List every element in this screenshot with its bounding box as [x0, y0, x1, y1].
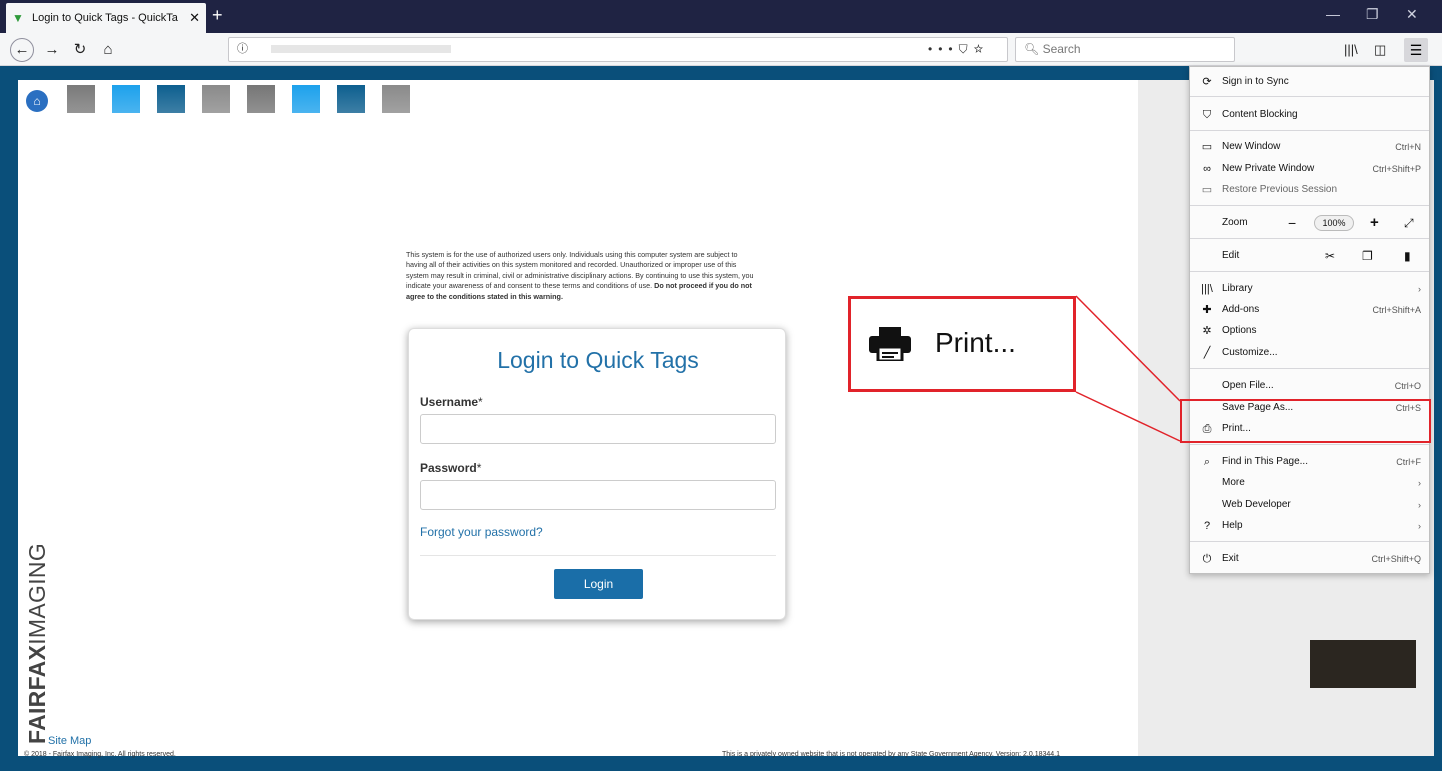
- menu-content-blocking[interactable]: ⛉ Content Blocking: [1190, 105, 1429, 125]
- minimize-button[interactable]: —: [1326, 6, 1340, 22]
- cut-icon[interactable]: ✂: [1325, 246, 1335, 266]
- sidebar-icon[interactable]: ◫: [1374, 42, 1386, 58]
- nav-tile[interactable]: [337, 85, 365, 113]
- zoom-in-button[interactable]: +: [1370, 213, 1379, 233]
- nav-tile[interactable]: [157, 85, 185, 113]
- background-image: [1310, 640, 1416, 688]
- login-title: Login to Quick Tags: [497, 347, 699, 373]
- forgot-password-link[interactable]: Forgot your password?: [420, 525, 543, 539]
- menu-add-ons[interactable]: ✚ Add-ons Ctrl+Shift+A: [1190, 300, 1429, 320]
- password-label: Password*: [420, 461, 482, 475]
- gear-icon: ✲: [1202, 325, 1212, 337]
- browser-window: ▼ Login to Quick Tags - QuickTa ✕ + — ❐ …: [0, 0, 1442, 771]
- brush-icon: ╱: [1203, 347, 1211, 359]
- nav-tile[interactable]: [382, 85, 410, 113]
- zoom-out-button[interactable]: −: [1288, 213, 1296, 233]
- nav-tile[interactable]: [292, 85, 320, 113]
- hamburger-menu-icon[interactable]: ☰: [1404, 38, 1428, 62]
- private-mask-icon: ∞: [1203, 163, 1211, 175]
- menu-new-window[interactable]: ▭ New Window Ctrl+N: [1190, 137, 1429, 157]
- menu-zoom: Zoom − 100% + ⤢: [1222, 213, 1414, 233]
- menu-sign-in-sync[interactable]: ⟳ Sign in to Sync: [1190, 72, 1429, 92]
- nav-tile[interactable]: [202, 85, 230, 113]
- url-bar[interactable]: ⓘ: [228, 37, 1008, 62]
- navigation-toolbar: ← → ↻ ⌂ ⓘ •••⛉☆ 🔍︎ Search |||\ ◫ ☰: [0, 33, 1442, 66]
- paste-icon[interactable]: ▮: [1404, 246, 1411, 266]
- restore-button[interactable]: ❐: [1366, 6, 1379, 23]
- sync-icon: ⟳: [1202, 76, 1212, 88]
- search-icon: ⌕: [1203, 456, 1211, 468]
- new-window-icon: ▭: [1201, 141, 1213, 153]
- menu-more[interactable]: More ›: [1190, 473, 1429, 493]
- callout-print-label: Print...: [935, 327, 1016, 358]
- app-menu: ⟳ Sign in to Sync ⛉ Content Blocking ▭ New …: [1189, 66, 1430, 574]
- login-card: Login to Quick Tags Username* Password* …: [408, 328, 786, 620]
- help-icon: ?: [1203, 520, 1211, 532]
- divider: [420, 555, 776, 556]
- back-button[interactable]: ←: [10, 38, 34, 62]
- search-placeholder: Search: [1042, 42, 1081, 56]
- zoom-level[interactable]: 100%: [1314, 215, 1354, 231]
- menu-new-private-window[interactable]: ∞ New Private Window Ctrl+Shift+P: [1190, 159, 1429, 179]
- url-text: [271, 45, 452, 54]
- nav-tile[interactable]: [112, 85, 140, 113]
- page-actions-icon[interactable]: •••⛉☆: [928, 42, 989, 57]
- reload-icon[interactable]: ↻: [68, 38, 92, 62]
- username-input[interactable]: [420, 414, 776, 444]
- menu-customize[interactable]: ╱ Customize...: [1190, 343, 1429, 363]
- menu-options[interactable]: ✲ Options: [1190, 321, 1429, 341]
- close-window-button[interactable]: ✕: [1406, 6, 1418, 23]
- tab-quick-tags[interactable]: ▼ Login to Quick Tags - QuickTa ✕: [6, 3, 206, 33]
- menu-help[interactable]: ? Help ›: [1190, 516, 1429, 536]
- power-icon: ⏻: [1202, 553, 1212, 565]
- menu-open-file[interactable]: Open File... Ctrl+O: [1190, 376, 1429, 396]
- menu-find-in-page[interactable]: ⌕ Find in This Page... Ctrl+F: [1190, 452, 1429, 472]
- library-icon: |||\: [1201, 283, 1213, 295]
- login-button[interactable]: Login: [554, 569, 643, 599]
- warning-notice: This system is for the use of authorized…: [406, 250, 756, 302]
- site-info-icon[interactable]: ⓘ: [237, 43, 248, 55]
- nav-tile[interactable]: [247, 85, 275, 113]
- home-icon[interactable]: ⌂: [26, 90, 48, 112]
- brand-logo: FAIRFAXIMAGING: [24, 542, 50, 744]
- password-input[interactable]: [420, 480, 776, 510]
- site-map-link[interactable]: Site Map: [48, 735, 91, 747]
- restore-icon: ▭: [1201, 184, 1213, 196]
- copyright-text: © 2018 - Fairfax Imaging, Inc. All right…: [24, 751, 176, 758]
- library-icon[interactable]: |||\: [1344, 42, 1358, 57]
- menu-library[interactable]: |||\ Library ›: [1190, 279, 1429, 299]
- disclaimer-text: This is a privately owned website that i…: [722, 751, 1061, 758]
- puzzle-icon: ✚: [1202, 304, 1212, 316]
- print-highlight-box: [1180, 399, 1431, 443]
- copy-icon[interactable]: ❐: [1362, 246, 1373, 266]
- nav-tile[interactable]: [67, 85, 95, 113]
- fullscreen-icon[interactable]: ⤢: [1404, 213, 1414, 233]
- shield-icon: ⛉: [1202, 109, 1212, 121]
- tab-title: Login to Quick Tags - QuickTa: [32, 12, 178, 24]
- forward-button[interactable]: →: [40, 38, 64, 62]
- tab-bar: ▼ Login to Quick Tags - QuickTa ✕ + — ❐ …: [0, 0, 1442, 33]
- new-tab-button[interactable]: +: [212, 5, 223, 25]
- home-button[interactable]: ⌂: [96, 38, 120, 62]
- print-callout: Print...: [848, 296, 1076, 392]
- tab-close-icon[interactable]: ✕: [189, 10, 200, 26]
- menu-web-developer[interactable]: Web Developer ›: [1190, 495, 1429, 515]
- username-label: Username*: [420, 395, 483, 409]
- search-input[interactable]: 🔍︎ Search: [1015, 37, 1235, 62]
- printer-icon: [869, 327, 911, 361]
- site-favicon-icon: ▼: [12, 11, 24, 25]
- menu-edit: Edit ✂ ❐ ▮: [1190, 246, 1429, 266]
- menu-exit[interactable]: ⏻ Exit Ctrl+Shift+Q: [1190, 549, 1429, 569]
- menu-restore-session[interactable]: ▭ Restore Previous Session: [1190, 180, 1429, 200]
